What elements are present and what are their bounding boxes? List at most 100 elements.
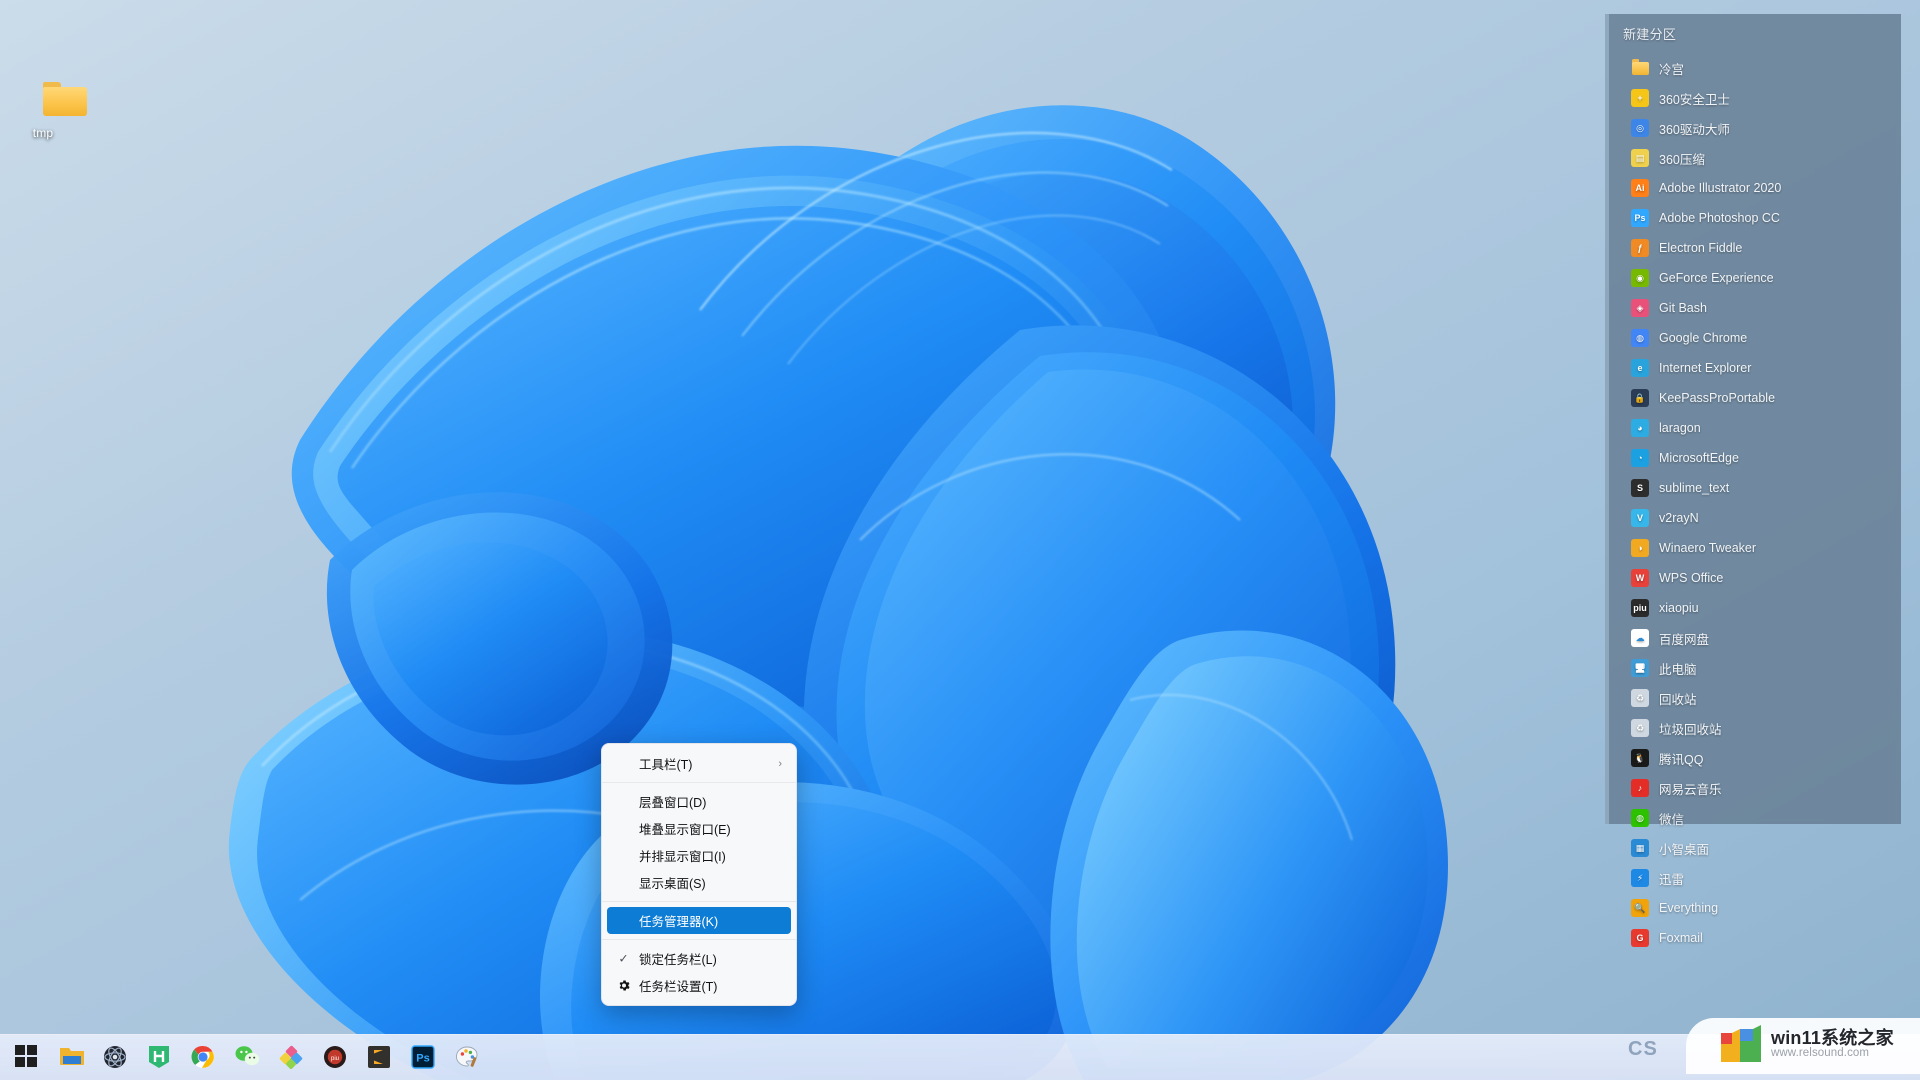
wps-office-icon: W	[1631, 569, 1649, 587]
fence-item[interactable]: PsAdobe Photoshop CC	[1609, 203, 1901, 233]
check-icon: ✓	[616, 951, 631, 966]
fence-item[interactable]: 🐧腾讯QQ	[1609, 743, 1901, 773]
file-explorer-button[interactable]	[52, 1038, 92, 1078]
menu-item[interactable]: 堆叠显示窗口(E)	[607, 815, 791, 842]
fence-item-label: 360压缩	[1659, 149, 1705, 168]
xiaopiu-button[interactable]: piu	[316, 1038, 356, 1078]
fence-item[interactable]: ☁百度网盘	[1609, 623, 1901, 653]
menu-item-label: 堆叠显示窗口(E)	[639, 819, 731, 838]
menu-item[interactable]: 显示桌面(S)	[607, 869, 791, 896]
fence-item-label: v2rayN	[1659, 511, 1699, 525]
illustrator-icon: Ai	[1631, 179, 1649, 197]
fence-item-label: 网易云音乐	[1659, 779, 1722, 798]
fence-item[interactable]: eInternet Explorer	[1609, 353, 1901, 383]
fence-item[interactable]: ♻回收站	[1609, 683, 1901, 713]
wechat-button[interactable]	[228, 1038, 268, 1078]
taskbar-context-menu[interactable]: 工具栏(T)› 层叠窗口(D) 堆叠显示窗口(E) 并排显示窗口(I) 显示桌面(S) 任…	[601, 743, 797, 1006]
watermark-text: win11系统之家 www.relsound.com	[1771, 1029, 1894, 1060]
fence-item[interactable]: ▤360压缩	[1609, 143, 1901, 173]
fence-item-label: 微信	[1659, 809, 1684, 828]
fence-item[interactable]: ◕laragon	[1609, 413, 1901, 443]
desktop[interactable]: tmp 新建分区 冷宫+360安全卫士◎360驱动大师▤360压缩AiAdobe…	[0, 0, 1920, 1080]
fence-item[interactable]: ◑Winaero Tweaker	[1609, 533, 1901, 563]
sublime-text-button[interactable]	[360, 1038, 400, 1078]
recycle-bin-icon: ♻	[1631, 689, 1649, 707]
svg-text:piu: piu	[331, 1056, 339, 1062]
fence-item[interactable]: Ai Adobe Illustrator 2020	[1609, 173, 1901, 203]
watermark-content: win11系统之家 www.relsound.com	[1720, 1024, 1894, 1064]
360-driver-icon: ◎	[1631, 119, 1649, 137]
win11-logo-icon	[1720, 1024, 1764, 1064]
fence-item[interactable]: ◎360驱动大师	[1609, 113, 1901, 143]
fence-item-label: Google Chrome	[1659, 331, 1747, 345]
electron-fiddle-icon: ƒ	[1631, 239, 1649, 257]
fence-item[interactable]: piuxiaopiu	[1609, 593, 1901, 623]
git-bash-button[interactable]	[272, 1038, 312, 1078]
thunder-xunlei-icon: ⚡	[1631, 869, 1649, 887]
fences-panel[interactable]: 新建分区 冷宫+360安全卫士◎360驱动大师▤360压缩AiAdobe Ill…	[1605, 14, 1901, 824]
fence-item-label: 垃圾回收站	[1659, 719, 1722, 738]
menu-separator	[602, 782, 796, 783]
menu-item[interactable]: 工具栏(T)›	[607, 750, 791, 777]
fence-item[interactable]: WWPS Office	[1609, 563, 1901, 593]
trash-recycle-bin-icon: ♻	[1631, 719, 1649, 737]
fences-panel-title: 新建分区	[1609, 14, 1901, 49]
fence-item[interactable]: GFoxmail	[1609, 923, 1901, 953]
fence-item-label: Electron Fiddle	[1659, 241, 1742, 255]
fence-item[interactable]: 🖥此电脑	[1609, 653, 1901, 683]
360-safe-icon: +	[1631, 89, 1649, 107]
fence-item[interactable]: +360安全卫士	[1609, 83, 1901, 113]
start-button[interactable]	[8, 1038, 48, 1078]
electron-button[interactable]	[96, 1038, 136, 1078]
fence-item[interactable]: 🔒KeePassProPortable	[1609, 383, 1901, 413]
fence-item[interactable]: ⚡迅雷	[1609, 863, 1901, 893]
menu-separator	[602, 901, 796, 902]
laragon-icon: ◕	[1631, 419, 1649, 437]
fence-item[interactable]: ◔MicrosoftEdge	[1609, 443, 1901, 473]
menu-item[interactable]: 任务栏设置(T)	[607, 972, 791, 999]
fence-item-label: xiaopiu	[1659, 601, 1699, 615]
watermark-pill: CS win11系统之家 www.relsound.com	[1686, 1018, 1920, 1074]
paint-icon	[455, 1045, 481, 1071]
menu-item[interactable]: 并排显示窗口(I)	[607, 842, 791, 869]
git-bash-icon: ◈	[1631, 299, 1649, 317]
fence-item[interactable]: ▦小智桌面	[1609, 833, 1901, 863]
fence-item-label: Git Bash	[1659, 301, 1707, 315]
fence-item[interactable]: ♪网易云音乐	[1609, 773, 1901, 803]
chrome-button[interactable]	[184, 1038, 224, 1078]
fence-item[interactable]: ◉GeForce Experience	[1609, 263, 1901, 293]
paint-button[interactable]	[448, 1038, 488, 1078]
chevron-right-icon: ›	[778, 758, 782, 770]
fence-item-label: 百度网盘	[1659, 629, 1709, 648]
fence-item-label: Adobe Illustrator 2020	[1659, 181, 1781, 195]
fence-item-label: 360安全卫士	[1659, 89, 1730, 108]
fence-item-label: Adobe Photoshop CC	[1659, 211, 1780, 225]
winaero-tweaker-icon: ◑	[1631, 539, 1649, 557]
fence-item-label: GeForce Experience	[1659, 271, 1774, 285]
taskbar-button-group: piu Ps	[0, 1038, 488, 1078]
wechat-icon: ◍	[1631, 809, 1649, 827]
fence-item[interactable]: ◈ Git Bash	[1609, 293, 1901, 323]
menu-item[interactable]: 层叠窗口(D)	[607, 788, 791, 815]
fence-item[interactable]: ♻ 垃圾回收站	[1609, 713, 1901, 743]
fence-item[interactable]: ƒ Electron Fiddle	[1609, 233, 1901, 263]
sublime-text-icon	[367, 1045, 393, 1071]
fence-item[interactable]: Vv2rayN	[1609, 503, 1901, 533]
fence-item[interactable]: 🔍Everything	[1609, 893, 1901, 923]
menu-item[interactable]: 任务管理器(K)	[607, 907, 791, 934]
watermark: CS win11系统之家 www.relsound.com	[1672, 1024, 1920, 1080]
menu-item-label: 并排显示窗口(I)	[639, 846, 726, 865]
desktop-icon-tmp[interactable]: tmp	[0, 82, 86, 141]
menu-item[interactable]: ✓ 锁定任务栏(L)	[607, 945, 791, 972]
fence-item[interactable]: 冷宫	[1609, 53, 1901, 83]
this-pc-icon: 🖥	[1631, 659, 1649, 677]
fence-item[interactable]: ◍Google Chrome	[1609, 323, 1901, 353]
fence-item[interactable]: ◍ 微信	[1609, 803, 1901, 833]
svg-text:Ps: Ps	[416, 1052, 429, 1064]
photoshop-button[interactable]: Ps	[404, 1038, 444, 1078]
watermark-cs-text: CS	[1628, 1038, 1658, 1061]
fence-item[interactable]: Ssublime_text	[1609, 473, 1901, 503]
menu-item-label: 锁定任务栏(L)	[639, 949, 717, 968]
foxmail-icon: G	[1631, 929, 1649, 947]
hbuilder-button[interactable]	[140, 1038, 180, 1078]
